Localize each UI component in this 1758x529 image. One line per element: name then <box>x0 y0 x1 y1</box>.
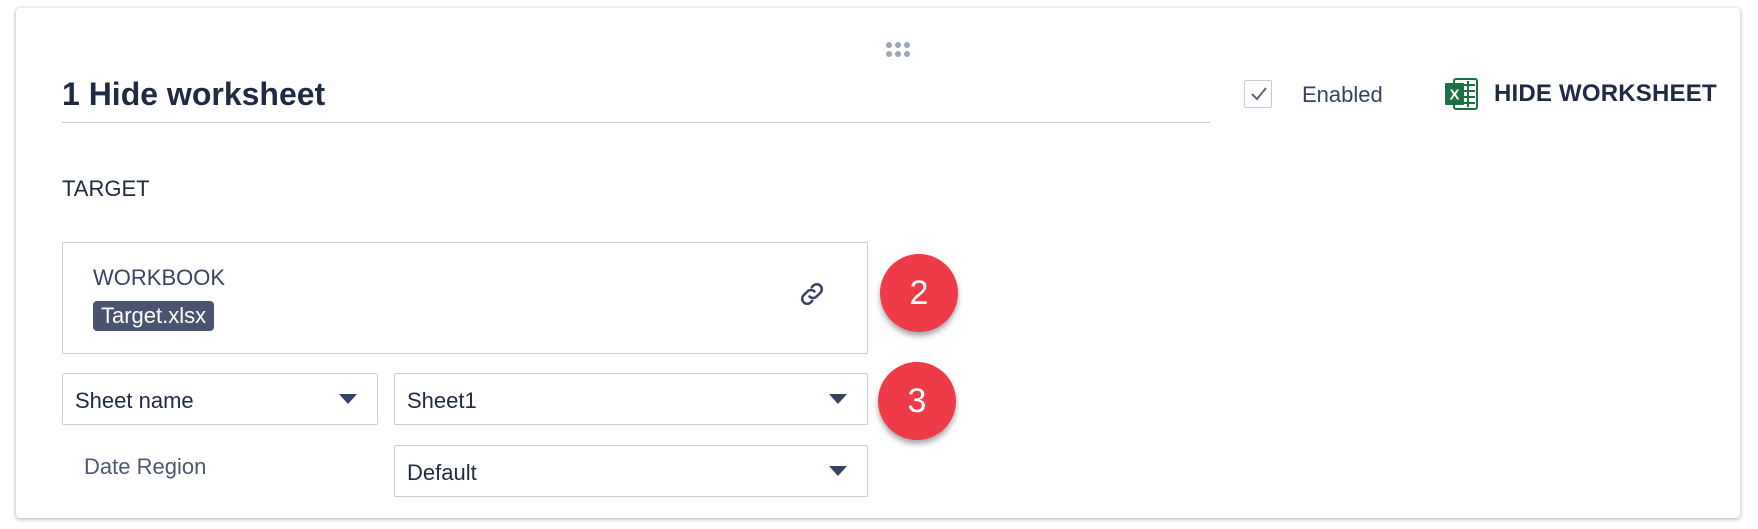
link-icon[interactable] <box>797 279 827 314</box>
checkmark-icon <box>1251 87 1267 101</box>
workbook-value-chip[interactable]: Target.xlsx <box>93 301 215 331</box>
sheet-name-select[interactable]: Sheet1 <box>394 373 868 425</box>
chevron-down-icon <box>829 466 847 476</box>
sheet-mode-select[interactable]: Sheet name <box>62 373 378 425</box>
date-region-value: Default <box>407 460 477 485</box>
chevron-down-icon <box>339 394 357 404</box>
action-type-label: HIDE WORKSHEET <box>1494 80 1717 107</box>
workbook-field[interactable]: WORKBOOK Target.xlsx <box>62 242 868 354</box>
chevron-down-icon <box>829 394 847 404</box>
sheet-name-value: Sheet1 <box>407 388 477 413</box>
workbook-label: WORKBOOK <box>93 265 226 290</box>
step-card: 1 Hide worksheet Enabled X HIDE WORKSHEE… <box>16 8 1740 518</box>
step-title-field[interactable]: 1 Hide worksheet <box>62 76 1210 123</box>
step-title: 1 Hide worksheet <box>62 76 326 112</box>
enabled-label: Enabled <box>1302 82 1383 107</box>
date-region-label: Date Region <box>84 454 207 479</box>
target-section-heading: TARGET <box>62 176 150 201</box>
svg-text:X: X <box>1449 87 1459 104</box>
excel-icon: X <box>1444 76 1480 117</box>
date-region-select[interactable]: Default <box>394 445 868 497</box>
step-badge-2: 2 <box>880 254 958 332</box>
step-badge-3: 3 <box>878 362 956 440</box>
drag-handle-icon[interactable] <box>886 42 912 58</box>
enabled-checkbox[interactable] <box>1244 80 1272 108</box>
sheet-mode-value: Sheet name <box>75 388 194 413</box>
